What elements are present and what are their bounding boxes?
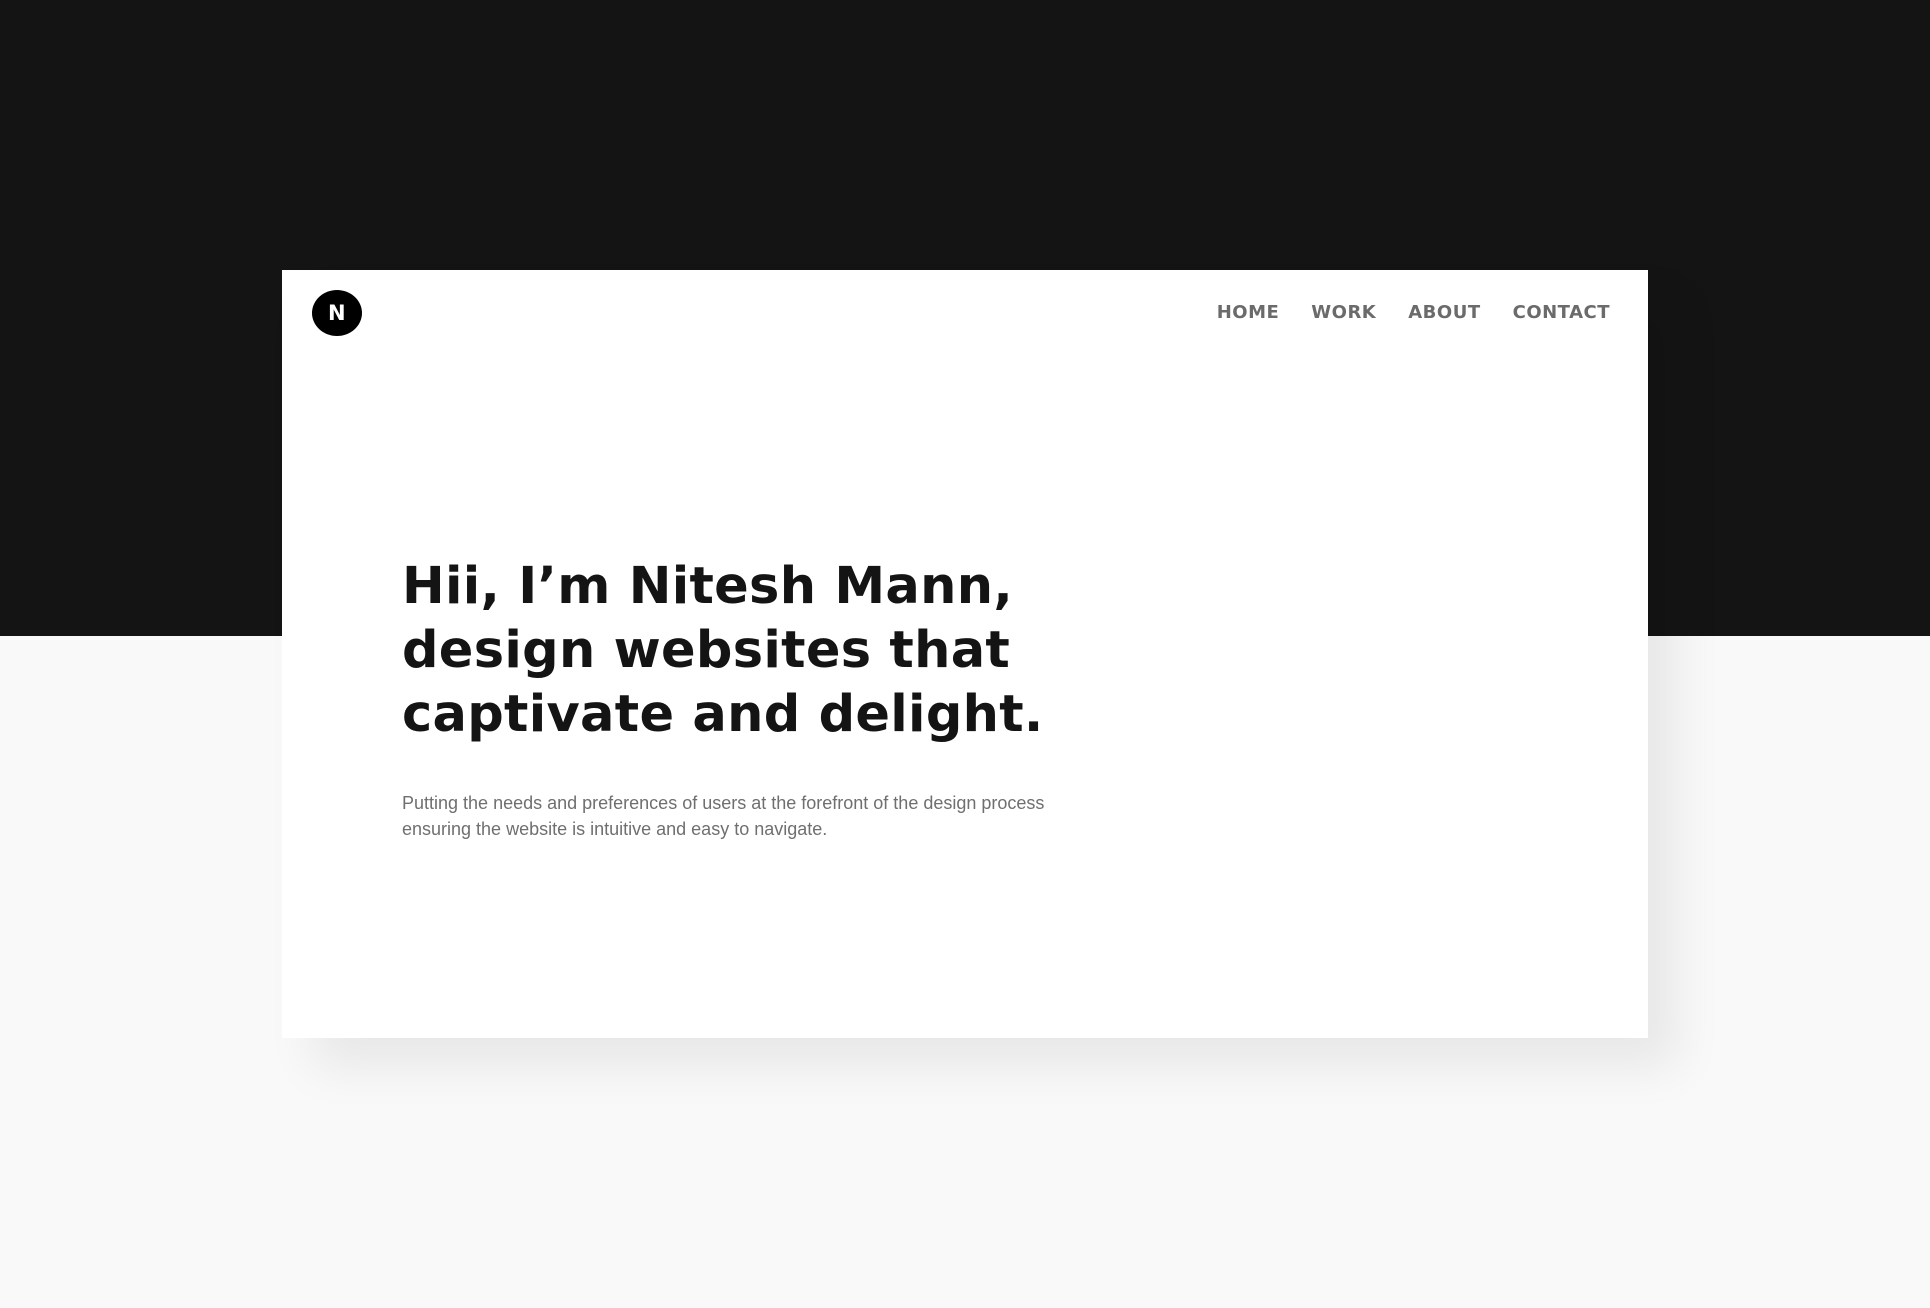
hero-title: Hii, I’m Nitesh Mann, design websites th… xyxy=(402,557,1044,744)
hero-card: N HOME WORK ABOUT CONTACT Hii, I’m Nites… xyxy=(282,270,1648,1038)
hero-subtitle: Putting the needs and preferences of use… xyxy=(402,793,1045,839)
nav-work-link[interactable]: WORK xyxy=(1311,302,1376,323)
nav-about-link[interactable]: ABOUT xyxy=(1408,302,1480,323)
logo-letter: N xyxy=(327,301,347,325)
main-nav: HOME WORK ABOUT CONTACT xyxy=(1217,302,1610,323)
nav-contact-link[interactable]: CONTACT xyxy=(1513,302,1610,323)
nav-home-link[interactable]: HOME xyxy=(1217,302,1280,323)
logo-badge[interactable]: N xyxy=(312,290,362,336)
